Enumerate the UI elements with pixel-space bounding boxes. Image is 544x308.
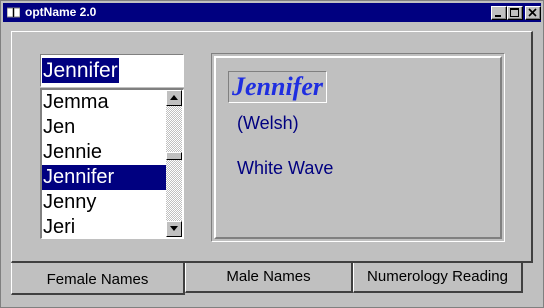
maximize-button[interactable] [507, 6, 523, 20]
arrow-down-icon [170, 226, 178, 231]
window-title: optName 2.0 [25, 5, 97, 19]
scroll-up-button[interactable] [166, 90, 182, 106]
list-item[interactable]: Jemma [42, 90, 168, 115]
list-item-selected[interactable]: Jennifer [42, 165, 168, 190]
tab-male-names[interactable]: Male Names [185, 263, 353, 293]
list-item[interactable]: Jen [42, 115, 168, 140]
title-bar[interactable]: optName 2.0 [3, 3, 541, 22]
list-scrollbar[interactable] [166, 90, 182, 237]
scroll-thumb[interactable] [166, 152, 182, 160]
list-item[interactable]: Jeri [42, 215, 168, 238]
list-item[interactable]: Jenny [42, 190, 168, 215]
detail-name: Jennifer [228, 71, 327, 103]
scroll-down-button[interactable] [166, 221, 182, 237]
list-item[interactable]: Jennie [42, 140, 168, 165]
book-icon [7, 7, 20, 18]
name-listbox[interactable]: Jemma Jen Jennie Jennifer Jenny Jeri [40, 88, 184, 239]
tab-female-names[interactable]: Female Names [11, 263, 185, 295]
tab-numerology-reading[interactable]: Numerology Reading [353, 263, 523, 293]
name-input[interactable]: Jennifer [40, 54, 184, 87]
close-button[interactable] [525, 6, 541, 20]
arrow-up-icon [170, 95, 178, 100]
detail-origin: (Welsh) [237, 113, 299, 133]
minimize-icon [495, 15, 501, 17]
detail-meaning: White Wave [237, 158, 334, 178]
name-input-value: Jennifer [42, 58, 119, 83]
app-window: optName 2.0 Jennifer Jemma Jen Jennie Je… [0, 0, 544, 308]
maximize-icon [510, 8, 519, 17]
minimize-button[interactable] [491, 6, 507, 20]
close-icon [528, 8, 537, 17]
